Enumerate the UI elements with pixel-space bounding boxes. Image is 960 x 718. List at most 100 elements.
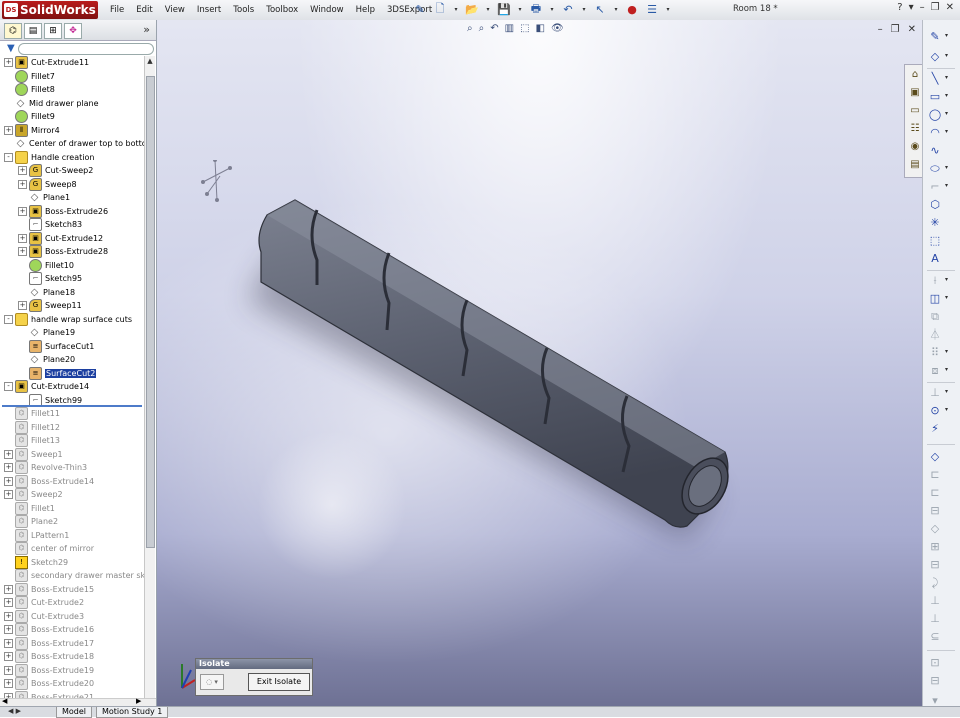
expand-icon[interactable]: + — [18, 247, 27, 256]
expand-icon[interactable]: + — [4, 463, 13, 472]
ellipse-icon[interactable]: ⬭ — [928, 162, 942, 176]
polygon-icon[interactable]: ⬡ — [928, 198, 942, 212]
chevron-down-icon[interactable]: ▾ — [945, 74, 948, 81]
tree-item[interactable]: ⌬ Plane2 — [4, 515, 58, 528]
menu-help[interactable]: Help — [350, 5, 381, 15]
chevron-down-icon[interactable]: ▾ — [452, 2, 460, 17]
circle-icon[interactable]: ◯ — [928, 108, 942, 122]
help-icon[interactable]: ? — [897, 2, 902, 13]
offset-icon[interactable]: ⧉ — [928, 310, 942, 324]
ordinate-dimension-icon[interactable]: ⊏ — [928, 486, 942, 500]
expand-icon[interactable]: + — [4, 125, 13, 135]
tree-item[interactable]: + ▣ Boss-Extrude26 — [18, 204, 108, 218]
block-icon[interactable]: ⊟ — [928, 674, 942, 688]
chevron-down-icon[interactable]: ▾ — [945, 128, 948, 135]
tree-item[interactable]: + ⌬ Revolve-Thin3 — [4, 461, 87, 474]
tree-item[interactable]: + ⫴ Mirror4 — [4, 123, 60, 137]
menu-view[interactable]: View — [159, 5, 191, 15]
horizontal-relation-icon[interactable]: ⤸ — [928, 576, 942, 590]
tree-item[interactable]: + ⌬ Cut-Extrude3 — [4, 609, 84, 623]
convert-entities-icon[interactable]: ◫ — [928, 292, 942, 306]
tree-item[interactable]: ≡ SurfaceCut2 — [18, 366, 98, 380]
tree-item[interactable]: ◇ Plane19 — [18, 326, 75, 339]
chevron-down-icon[interactable]: ▾ — [945, 366, 948, 373]
restore-icon[interactable]: ❐ — [931, 2, 940, 13]
tree-item[interactable]: + ⌬ Boss-Extrude20 — [4, 677, 94, 690]
tree-item[interactable]: ◇ Mid drawer plane — [4, 97, 99, 110]
tree-item[interactable]: + ⌬ Sweep2 — [4, 488, 63, 501]
expand-icon[interactable]: + — [4, 598, 13, 607]
tree-item[interactable]: ◇ Plane1 — [18, 191, 70, 204]
tree-scrollbar[interactable]: ▲ ▼ — [144, 56, 155, 718]
part-icon[interactable]: ▣ — [907, 85, 923, 101]
exit-isolate-button[interactable]: Exit Isolate — [248, 673, 310, 691]
tree-item[interactable]: ⌬ Fillet13 — [4, 434, 60, 447]
dimension-icon[interactable]: ◇ — [928, 450, 942, 464]
move-entities-icon[interactable]: ⧈ — [928, 364, 942, 378]
tree-item[interactable]: + G Sweep8 — [18, 177, 77, 191]
menu-tools[interactable]: Tools — [227, 5, 260, 15]
scroll-right-icon[interactable]: ▶ — [136, 697, 141, 705]
expand-icon[interactable]: + — [4, 611, 13, 621]
chevron-down-icon[interactable]: ▾ — [612, 2, 620, 17]
tree-item[interactable]: ! Sketch29 — [4, 555, 68, 569]
expand-icon[interactable]: + — [18, 179, 27, 189]
menu-file[interactable]: File — [104, 5, 130, 15]
baseline-dimension-icon[interactable]: ⊏ — [928, 468, 942, 482]
tree-item[interactable]: + G Sweep11 — [18, 299, 82, 312]
expand-icon[interactable]: + — [4, 476, 13, 486]
centerline-icon[interactable]: ⬚ — [928, 234, 942, 248]
undo-icon[interactable]: ↶ — [560, 2, 576, 17]
filter-input[interactable] — [18, 43, 154, 55]
chevron-down-icon[interactable]: ▾ — [945, 164, 948, 171]
chevron-down-icon[interactable]: ▾ — [548, 2, 556, 17]
tree-item[interactable]: Fillet8 — [4, 83, 55, 96]
chevron-down-icon[interactable]: ▾ — [945, 388, 948, 395]
collapse-panel-icon[interactable]: » — [143, 23, 150, 36]
vertical-relation-icon[interactable]: ⊥ — [928, 594, 942, 608]
chevron-down-icon[interactable]: ▾ — [945, 294, 948, 301]
chevron-down-icon[interactable]: ▾ — [945, 52, 948, 59]
expand-icon[interactable]: + — [18, 233, 27, 243]
tree-item[interactable]: ≡ SurfaceCut1 — [18, 339, 94, 353]
chevron-down-icon[interactable]: ▾ — [945, 406, 948, 413]
minimize-icon[interactable]: – — [920, 2, 925, 13]
tree-item[interactable]: ◇ Plane20 — [18, 353, 75, 366]
tree-item[interactable]: - Handle creation — [4, 150, 94, 164]
expand-icon[interactable]: + — [4, 665, 13, 675]
tree-item[interactable]: ⌐ Sketch95 — [18, 272, 82, 285]
chevron-down-icon[interactable]: ▾ — [580, 2, 588, 17]
save-icon[interactable]: 💾 — [496, 2, 512, 17]
fully-define-icon[interactable]: ⊥ — [928, 612, 942, 626]
scroll-up-icon[interactable]: ▲ — [145, 56, 155, 66]
expand-icon[interactable]: + — [18, 166, 27, 175]
expand-icon[interactable]: + — [4, 449, 13, 459]
close-icon[interactable]: ✕ — [946, 2, 954, 13]
expand-icon[interactable]: + — [4, 490, 13, 499]
collapse-icon[interactable]: - — [4, 152, 13, 162]
scroll-left-icon[interactable]: ◀ — [2, 697, 7, 705]
text-icon[interactable]: A — [928, 252, 942, 266]
rollback-bar[interactable] — [2, 405, 142, 407]
spline-icon[interactable]: ∿ — [928, 144, 942, 158]
tab-model[interactable]: Model — [56, 707, 93, 718]
properties-icon[interactable]: ☷ — [907, 121, 923, 137]
expand-icon[interactable]: + — [4, 638, 13, 648]
tree-item[interactable]: - handle wrap surface cuts — [4, 312, 132, 326]
tab-motion-study[interactable]: Motion Study 1 — [96, 707, 169, 718]
chevron-down-icon[interactable]: ▾ — [945, 182, 948, 189]
select-pointer-icon[interactable]: ↖ — [592, 2, 608, 17]
custom-properties-icon[interactable]: ▤ — [907, 157, 923, 173]
fillet-sketch-icon[interactable]: ⌐ — [928, 180, 942, 194]
layer-icon[interactable]: ⊡ — [928, 656, 942, 670]
tree-item[interactable]: + ⌬ Sweep1 — [4, 447, 63, 461]
chevron-down-icon[interactable]: ▾ — [516, 2, 524, 17]
rebuild-traffic-light-icon[interactable]: ● — [624, 2, 640, 17]
menu-edit[interactable]: Edit — [130, 5, 158, 15]
configuration-manager-tab-icon[interactable]: ⊞ — [44, 23, 62, 39]
tree-item[interactable]: + ⌬ Boss-Extrude18 — [4, 650, 94, 663]
menu-insert[interactable]: Insert — [191, 5, 227, 15]
path-length-icon[interactable]: ⊟ — [928, 558, 942, 572]
tree-item[interactable]: + ⌬ Boss-Extrude17 — [4, 636, 94, 650]
chamfer-dimension-icon[interactable]: ⊞ — [928, 540, 942, 554]
